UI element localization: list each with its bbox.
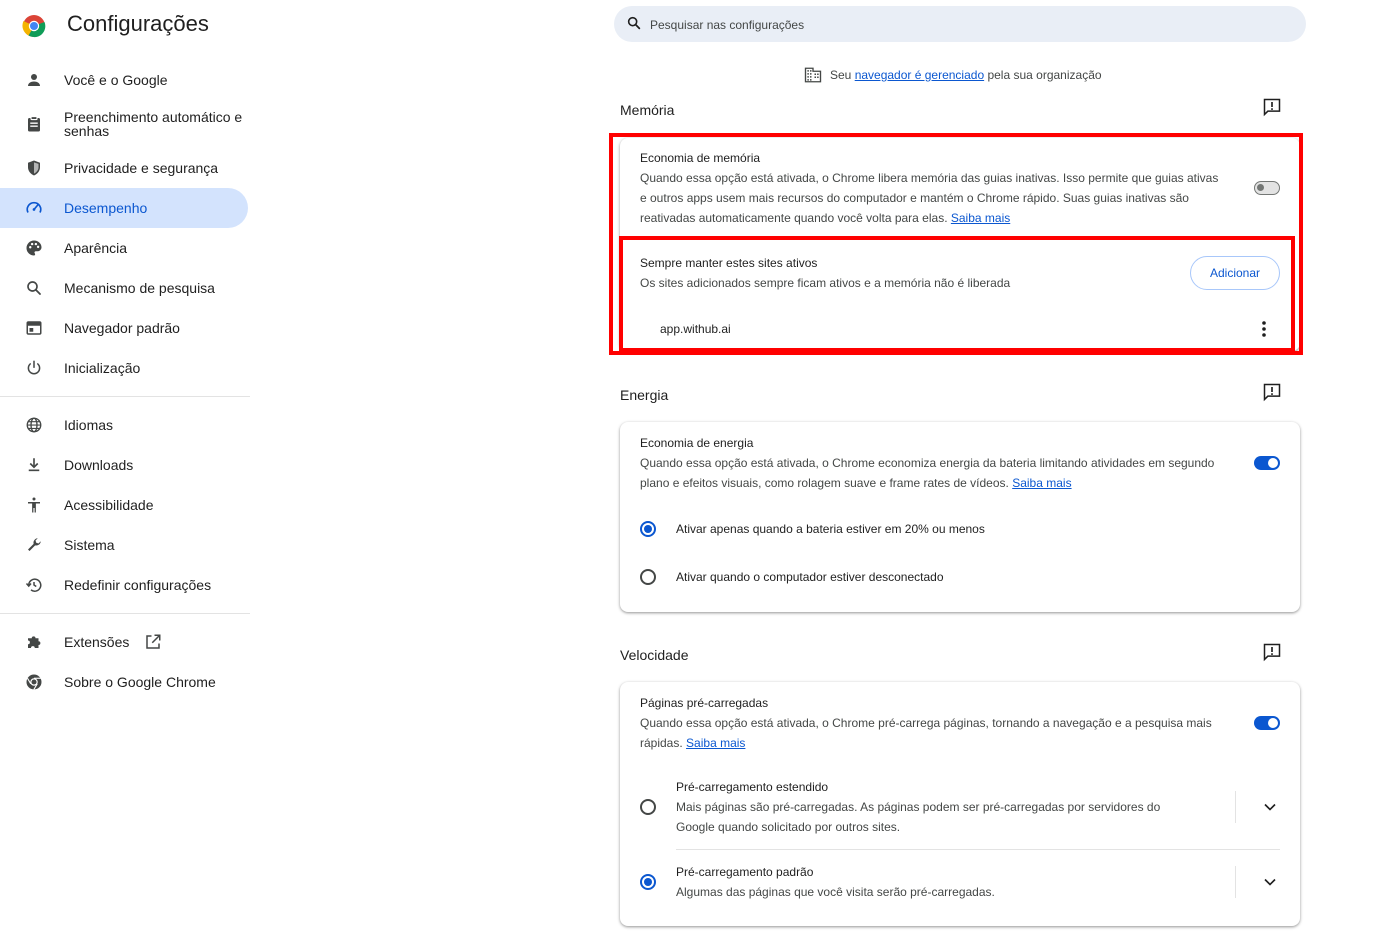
row-divider (676, 849, 1280, 850)
memory-saver-title: Economia de memória (640, 151, 761, 165)
sidebar-item-label: Privacidade e segurança (64, 160, 219, 176)
energy-option-battery-label: Ativar apenas quando a bateria estiver e… (676, 522, 985, 536)
open-in-new-icon (144, 633, 162, 651)
energy-saver-title: Economia de energia (640, 436, 754, 450)
sidebar-item-you-and-google[interactable]: Você e o Google (0, 60, 250, 100)
sidebar-item-label: Idiomas (64, 417, 114, 433)
preload-desc: Quando essa opção está ativada, o Chrome… (640, 716, 1212, 750)
sidebar-item-label: Inicialização (64, 360, 141, 376)
vertical-divider (1235, 791, 1236, 823)
sidebar-item-about-chrome[interactable]: Sobre o Google Chrome (0, 662, 250, 702)
keep-sites-desc: Os sites adicionados sempre ficam ativos… (640, 276, 1011, 290)
person-icon (24, 70, 44, 90)
preload-standard-radio[interactable] (640, 874, 656, 890)
sidebar-item-accessibility[interactable]: Acessibilidade (0, 485, 250, 525)
section-title-speed: Velocidade (620, 647, 689, 663)
sidebar-item-label: Sistema (64, 537, 115, 553)
sidebar-item-label: Preenchimento automático e senhas (64, 109, 243, 139)
history-icon (24, 575, 44, 595)
sidebar-item-system[interactable]: Sistema (0, 525, 250, 565)
keep-sites-title: Sempre manter estes sites ativos (640, 256, 818, 270)
sidebar-nav: Você e o Google Preenchimento automático… (0, 60, 250, 702)
energy-card: Economia de energia Quando essa opção es… (620, 422, 1300, 612)
managed-suffix: pela sua organização (984, 68, 1102, 82)
chevron-down-icon[interactable] (1260, 872, 1280, 892)
accessibility-icon (24, 495, 44, 515)
sidebar-item-label: Você e o Google (64, 72, 168, 88)
memory-saver-desc: Quando essa opção está ativada, o Chrome… (640, 171, 1219, 225)
add-site-button[interactable]: Adicionar (1190, 256, 1280, 290)
energy-saver-toggle[interactable] (1254, 456, 1280, 470)
sidebar-item-label: Downloads (64, 457, 134, 473)
wrench-icon (24, 535, 44, 555)
preload-extended-radio[interactable] (640, 799, 656, 815)
chevron-down-icon[interactable] (1260, 797, 1280, 817)
learn-more-link[interactable]: Saiba mais (951, 211, 1010, 225)
managed-notice: Seu navegador é gerenciado pela sua orga… (804, 66, 1102, 84)
sidebar-item-label: Mecanismo de pesquisa (64, 280, 215, 296)
sidebar-item-reset-settings[interactable]: Redefinir configurações (0, 565, 250, 605)
managed-prefix: Seu (830, 68, 855, 82)
sidebar-item-label: Sobre o Google Chrome (64, 674, 216, 690)
sidebar-item-search-engine[interactable]: Mecanismo de pesquisa (0, 268, 250, 308)
power-icon (24, 358, 44, 378)
chrome-logo-icon (22, 12, 46, 40)
preload-standard-desc: Algumas das páginas que você visita serã… (676, 885, 995, 899)
building-icon (804, 66, 822, 84)
search-input[interactable] (648, 6, 1292, 44)
clipboard-icon (24, 114, 44, 134)
puzzle-icon (24, 632, 44, 652)
sidebar-item-languages[interactable]: Idiomas (0, 405, 250, 445)
energy-option-battery-radio[interactable] (640, 521, 656, 537)
preload-standard-title: Pré-carregamento padrão (676, 865, 814, 879)
page-title: Configurações (67, 11, 209, 36)
speed-card: Páginas pré-carregadas Quando essa opção… (620, 682, 1300, 926)
learn-more-link[interactable]: Saiba mais (1012, 476, 1071, 490)
preload-extended-desc: Mais páginas são pré-carregadas. As pági… (676, 800, 1161, 834)
sidebar-item-downloads[interactable]: Downloads (0, 445, 250, 485)
learn-more-link[interactable]: Saiba mais (686, 736, 745, 750)
sidebar-item-autofill[interactable]: Preenchimento automático e senhas (0, 100, 250, 148)
energy-saver-desc: Quando essa opção está ativada, o Chrome… (640, 456, 1215, 490)
sidebar-item-label: Navegador padrão (64, 320, 180, 336)
sidebar-item-label: Redefinir configurações (64, 577, 212, 593)
sidebar-item-on-startup[interactable]: Inicialização (0, 348, 250, 388)
preload-title: Páginas pré-carregadas (640, 696, 769, 710)
globe-icon (24, 415, 44, 435)
managed-link[interactable]: navegador é gerenciado (855, 68, 984, 82)
sidebar-item-label: Desempenho (64, 200, 148, 216)
vertical-divider (1235, 866, 1236, 898)
shield-icon (24, 158, 44, 178)
sidebar-item-appearance[interactable]: Aparência (0, 228, 250, 268)
search-bar (614, 6, 1306, 44)
energy-option-unplugged-label: Ativar quando o computador estiver desco… (676, 570, 944, 584)
site-entry: app.withub.ai (660, 322, 731, 336)
preload-extended-title: Pré-carregamento estendido (676, 780, 829, 794)
energy-option-unplugged-radio[interactable] (640, 569, 656, 585)
memory-card: Economia de memória Quando essa opção es… (620, 138, 1300, 351)
sidebar-item-performance[interactable]: Desempenho (0, 188, 248, 228)
sidebar-item-privacy[interactable]: Privacidade e segurança (0, 148, 250, 188)
feedback-icon[interactable] (1262, 382, 1282, 402)
sidebar-divider (0, 613, 250, 614)
feedback-icon[interactable] (1262, 642, 1282, 662)
sidebar-item-default-browser[interactable]: Navegador padrão (0, 308, 250, 348)
section-title-memory: Memória (620, 102, 675, 118)
search-icon (24, 278, 44, 298)
more-vert-icon[interactable] (1254, 319, 1274, 339)
preload-toggle[interactable] (1254, 716, 1280, 730)
chrome-icon (24, 672, 44, 692)
browser-window-icon (24, 318, 44, 338)
search-icon (626, 15, 642, 36)
section-title-energy: Energia (620, 387, 669, 403)
sidebar-item-label: Acessibilidade (64, 497, 154, 513)
memory-saver-toggle[interactable] (1254, 181, 1280, 195)
feedback-icon[interactable] (1262, 97, 1282, 117)
speedometer-icon (24, 198, 44, 218)
sidebar-item-label: Aparência (64, 240, 128, 256)
download-icon (24, 455, 44, 475)
palette-icon (24, 238, 44, 258)
sidebar-item-extensions[interactable]: Extensões (0, 622, 250, 662)
sidebar-divider (0, 396, 250, 397)
